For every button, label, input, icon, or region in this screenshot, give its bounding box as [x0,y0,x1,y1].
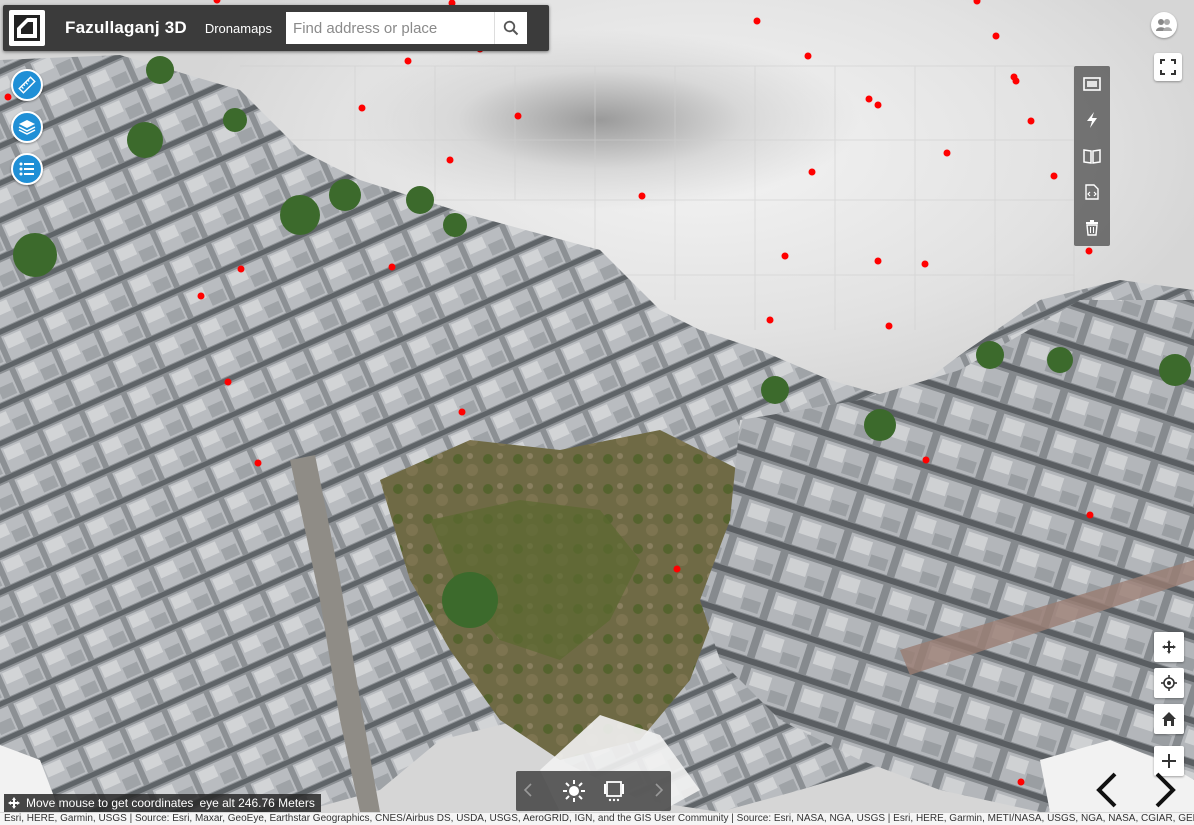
chevron-right-icon [655,782,664,797]
map-attribution[interactable]: Esri, HERE, Garmin, USGS | Source: Esri,… [0,813,1194,825]
image-point-marker[interactable] [197,292,205,300]
image-point-marker[interactable] [992,32,1000,40]
image-point-marker[interactable] [874,101,882,109]
chevron-left-icon [1096,772,1117,808]
slides-prev-button[interactable] [516,781,540,802]
image-point-marker[interactable] [1086,511,1094,519]
image-point-marker[interactable] [766,316,774,324]
image-point-marker[interactable] [404,57,412,65]
embed-code-icon [1085,184,1099,200]
widget-toolbar [1074,66,1110,246]
image-point-marker[interactable] [885,322,893,330]
image-point-marker[interactable] [237,265,245,273]
chevron-right-icon [1155,772,1176,808]
image-point-marker[interactable] [673,565,681,573]
basemap-gallery-button[interactable] [1074,66,1110,102]
image-point-marker[interactable] [973,0,981,5]
coordinates-prompt: Move mouse to get coordinates [26,796,194,810]
previous-view-button[interactable] [1090,768,1124,812]
image-point-marker[interactable] [1050,172,1058,180]
image-point-marker[interactable] [943,149,951,157]
delete-button[interactable] [1074,210,1110,246]
bookmarks-book-icon [1083,149,1101,164]
locate-button[interactable] [1154,668,1184,698]
measure-button[interactable] [11,69,43,101]
layers-button[interactable] [11,111,43,143]
image-point-marker[interactable] [1012,77,1020,85]
bookmarks-button[interactable] [1074,138,1110,174]
image-point-marker[interactable] [753,17,761,25]
eye-altitude: eye alt 246.76 Meters [199,796,315,810]
home-icon [1162,712,1176,726]
legend-button[interactable] [11,153,43,185]
slides-next-button[interactable] [647,781,671,802]
app-subtitle-link[interactable]: Dronamaps [205,21,272,36]
home-button[interactable] [1154,704,1184,734]
image-point-marker[interactable] [358,104,366,112]
coordinates-readout: Move mouse to get coordinates eye alt 24… [4,794,321,812]
fullscreen-button[interactable] [1154,53,1182,81]
app-title: Fazullaganj 3D [65,18,187,37]
image-point-marker[interactable] [781,252,789,260]
pan-button[interactable] [1154,632,1184,662]
image-point-marker[interactable] [254,459,262,467]
image-point-marker[interactable] [1085,247,1093,255]
flash-icon [1087,112,1097,128]
dronamaps-logo-icon[interactable] [9,10,45,46]
image-point-marker[interactable] [1017,778,1025,786]
search-input[interactable] [286,12,495,44]
image-point-marker[interactable] [1027,117,1035,125]
slides-tools [562,780,625,802]
app-header: Fazullaganj 3D Dronamaps [3,5,549,51]
embed-code-button[interactable] [1074,174,1110,210]
slides-icon[interactable] [603,780,625,802]
social-share-button[interactable] [1151,12,1177,38]
image-point-marker[interactable] [213,0,221,4]
fullscreen-icon [1160,59,1176,75]
basemap-gallery-icon [1083,77,1101,91]
locate-icon [1161,675,1177,691]
next-view-button[interactable] [1148,768,1182,812]
image-point-marker[interactable] [458,408,466,416]
image-point-marker[interactable] [874,257,882,265]
image-point-marker[interactable] [446,156,454,164]
pan-move-icon [1162,640,1176,654]
image-point-marker[interactable] [514,112,522,120]
drone-image-points-layer [4,0,1094,786]
social-share-icon [1156,19,1172,31]
trash-icon [1086,220,1098,236]
image-point-marker[interactable] [388,263,396,271]
legend-list-icon [19,162,34,176]
image-point-marker[interactable] [808,168,816,176]
zoom-in-icon [1162,754,1176,768]
scene-view-canvas[interactable] [0,0,1194,825]
search-icon [503,20,519,36]
image-point-marker[interactable] [921,260,929,268]
pan-move-icon[interactable] [8,797,20,809]
image-point-marker[interactable] [224,378,232,386]
measure-ruler-icon [18,76,36,94]
slides-bar [516,771,671,811]
flash-button[interactable] [1074,102,1110,138]
search-button[interactable] [494,12,528,44]
image-point-marker[interactable] [4,93,12,101]
daylight-sun-icon[interactable] [562,780,585,802]
image-point-marker[interactable] [638,192,646,200]
chevron-left-icon [523,782,532,797]
image-point-marker[interactable] [865,95,873,103]
image-point-marker[interactable] [804,52,812,60]
image-point-marker[interactable] [922,456,930,464]
layers-icon [18,120,36,135]
